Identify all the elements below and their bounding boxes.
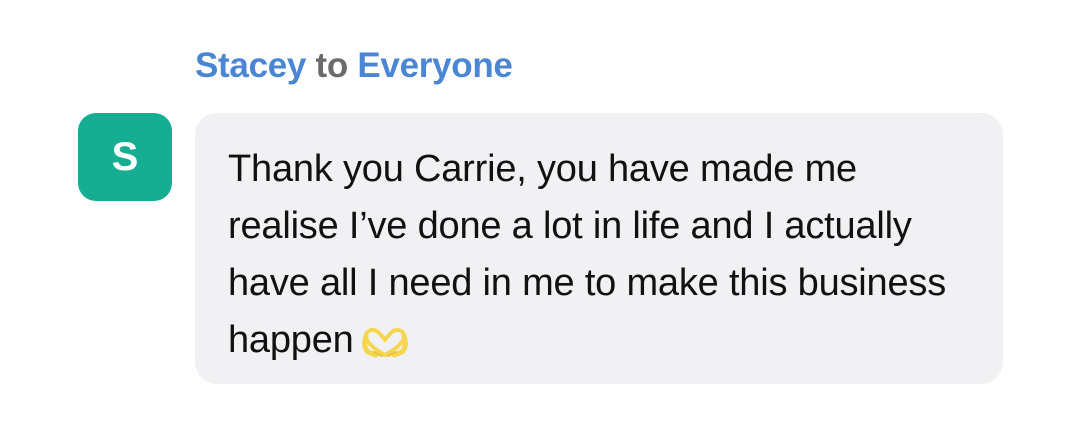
sender-name[interactable]: Stacey	[195, 46, 306, 85]
message-bubble: Thank you Carrie, you have made me reali…	[195, 113, 1003, 384]
message-text: Thank you Carrie, you have made me reali…	[228, 148, 947, 361]
recipient-name[interactable]: Everyone	[357, 46, 512, 85]
heart-hands-icon	[361, 318, 408, 375]
avatar[interactable]: S	[78, 113, 172, 201]
avatar-initial: S	[111, 134, 139, 179]
message-header: Stacey to Everyone	[195, 46, 513, 86]
chat-message: Stacey to Everyone S Thank you Carrie, y…	[0, 0, 1080, 430]
header-connector: to	[315, 46, 349, 85]
